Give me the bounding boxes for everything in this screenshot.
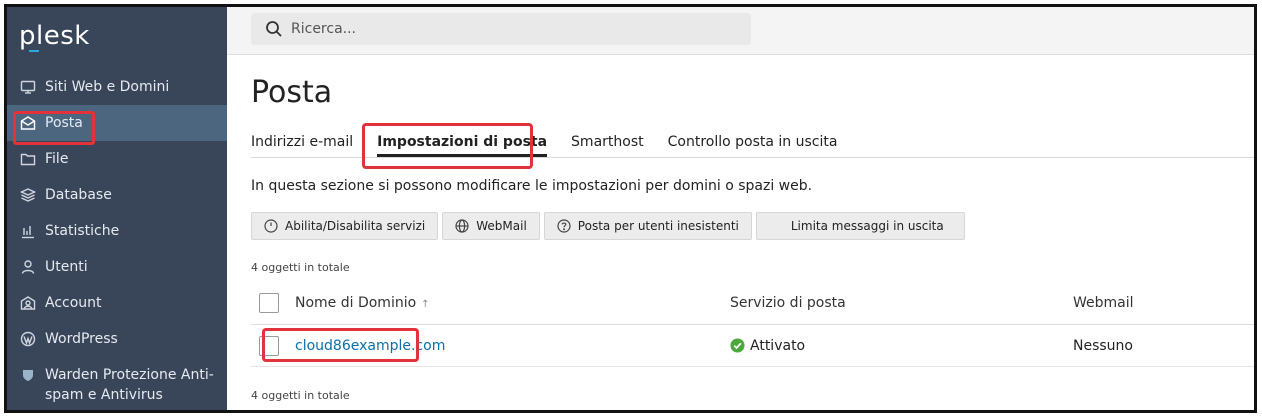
- logo-accent: [29, 50, 39, 52]
- toggle-services-label: Abilita/Disabilita servizi: [285, 219, 426, 233]
- limit-outgoing-button[interactable]: Limita messaggi in uscita: [755, 212, 965, 240]
- column-header-label: Nome di Dominio: [295, 294, 417, 311]
- user-icon: [19, 258, 37, 276]
- sidebar: plesk Siti Web e Domini Posta File Datab…: [7, 7, 227, 410]
- check-circle-icon: [730, 338, 750, 353]
- sidebar-item-label: Utenti: [45, 259, 88, 275]
- toggle-services-button[interactable]: Abilita/Disabilita servizi: [251, 212, 439, 240]
- plesk-logo[interactable]: plesk: [19, 21, 90, 51]
- shield-icon: [19, 366, 37, 384]
- search-box[interactable]: [251, 13, 751, 45]
- sort-arrow-icon: ↑: [421, 298, 430, 310]
- webmail-cell: Nessuno: [1073, 337, 1133, 354]
- search-input[interactable]: [291, 21, 731, 37]
- toolbar: Abilita/Disabilita servizi WebMail Posta…: [251, 212, 969, 240]
- page-title: Posta: [251, 75, 333, 110]
- folder-icon: [19, 150, 37, 168]
- main-content: Posta Indirizzi e-mail Impostazioni di p…: [227, 55, 1254, 410]
- sidebar-item-wordpress[interactable]: WordPress: [7, 321, 227, 357]
- column-header-domain[interactable]: Nome di Dominio ↑: [295, 295, 730, 311]
- section-description: In questa sezione si possono modificare …: [251, 178, 813, 194]
- monitor-icon: [19, 78, 37, 96]
- table-header: Nome di Dominio ↑ Servizio di posta Webma…: [251, 281, 1254, 325]
- sidebar-item-label: WordPress: [45, 331, 118, 347]
- column-header-webmail: Webmail: [1073, 294, 1134, 311]
- sidebar-item-statistics[interactable]: Statistiche: [7, 213, 227, 249]
- globe-icon: [455, 219, 476, 233]
- tab-email-addresses[interactable]: Indirizzi e-mail: [251, 133, 353, 157]
- tab-highlight-box: [362, 123, 533, 169]
- domain-highlight-box: [262, 328, 419, 362]
- sidebar-item-users[interactable]: Utenti: [7, 249, 227, 285]
- items-count-bottom: 4 oggetti in totale: [251, 389, 350, 402]
- search-icon: [265, 20, 283, 38]
- account-icon: [19, 294, 37, 312]
- bar-chart-icon: [19, 222, 37, 240]
- posta-highlight-box: [13, 111, 95, 145]
- column-header-mail-service: Servizio di posta: [730, 294, 846, 311]
- mail-service-cell: Attivato: [730, 338, 1073, 354]
- sidebar-item-label: File: [45, 151, 69, 167]
- tab-outgoing-mail-control[interactable]: Controllo posta in uscita: [668, 133, 838, 157]
- top-bar: [227, 7, 1254, 55]
- sidebar-item-account[interactable]: Account: [7, 285, 227, 321]
- sidebar-item-websites[interactable]: Siti Web e Domini: [7, 69, 227, 105]
- nonexistent-users-label: Posta per utenti inesistenti: [577, 219, 739, 233]
- sidebar-item-files[interactable]: File: [7, 141, 227, 177]
- limit-outgoing-label: Limita messaggi in uscita: [790, 219, 944, 233]
- webmail-label: WebMail: [476, 219, 527, 233]
- sidebar-item-label: Siti Web e Domini: [45, 79, 170, 95]
- sidebar-item-label: Database: [45, 187, 112, 203]
- webmail-button[interactable]: WebMail: [442, 212, 540, 240]
- sidebar-item-database[interactable]: Database: [7, 177, 227, 213]
- nonexistent-users-button[interactable]: Posta per utenti inesistenti: [543, 212, 752, 240]
- database-icon: [19, 186, 37, 204]
- sidebar-item-label: Warden Protezione Anti-spam e Antivirus: [45, 367, 214, 403]
- sidebar-item-label: Account: [45, 295, 102, 311]
- items-count-top: 4 oggetti in totale: [251, 261, 350, 274]
- window-frame: plesk Siti Web e Domini Posta File Datab…: [4, 4, 1257, 413]
- wordpress-icon: [19, 330, 37, 348]
- question-icon: [557, 219, 578, 233]
- tab-smarthost[interactable]: Smarthost: [571, 133, 644, 157]
- power-icon: [264, 219, 285, 233]
- sidebar-item-warden[interactable]: Warden Protezione Anti-spam e Antivirus: [7, 357, 227, 407]
- mail-service-status: Attivato: [750, 337, 806, 354]
- select-all-checkbox[interactable]: [259, 292, 279, 313]
- sidebar-item-label: Statistiche: [45, 223, 120, 239]
